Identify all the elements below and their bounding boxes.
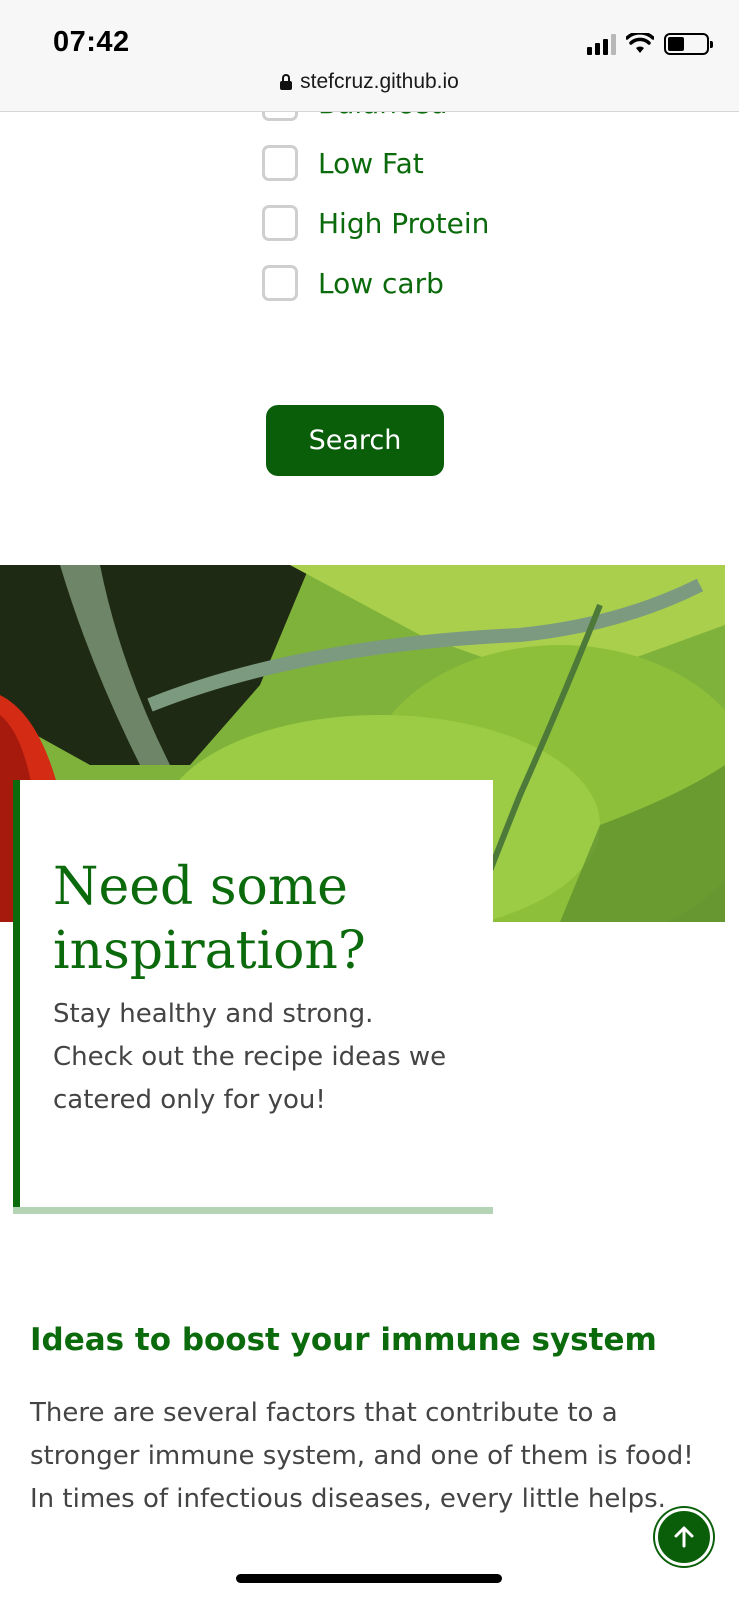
url-bar[interactable]: stefcruz.github.io: [0, 70, 739, 94]
filter-label: High Protein: [318, 206, 490, 240]
url-text: stefcruz.github.io: [300, 70, 459, 93]
ideas-section-text: There are several factors that contribut…: [30, 1398, 694, 1514]
battery-icon: [664, 33, 713, 55]
card-accent-bar: [13, 1207, 493, 1214]
cellular-signal-icon: [587, 33, 616, 55]
browser-top-bar: 07:42 stefcruz.github.io: [0, 0, 739, 112]
arrow-up-icon: [674, 1526, 694, 1548]
filter-label: Low carb: [318, 266, 444, 300]
filter-option-low-fat[interactable]: Low Fat: [262, 145, 562, 181]
wifi-icon: [626, 33, 654, 53]
checkbox[interactable]: [262, 145, 298, 181]
scroll-to-top-button[interactable]: [655, 1508, 713, 1566]
filter-option-low-carb[interactable]: Low carb: [262, 265, 562, 301]
search-button[interactable]: Search: [266, 405, 444, 476]
inspiration-text: Stay healthy and strong. Check out the r…: [53, 999, 447, 1115]
checkbox[interactable]: [262, 265, 298, 301]
status-icons: [587, 32, 713, 56]
inspiration-card: Need some inspiration? Stay healthy and …: [13, 780, 493, 1213]
inspiration-title: Need some inspiration?: [53, 857, 366, 981]
lock-icon: [280, 74, 293, 90]
ideas-section-title: Ideas to boost your immune system: [30, 1322, 657, 1358]
filter-option-high-protein[interactable]: High Protein: [262, 205, 562, 241]
status-time: 07:42: [53, 26, 130, 58]
filter-label: Low Fat: [318, 146, 424, 180]
home-indicator: [236, 1574, 502, 1583]
checkbox[interactable]: [262, 205, 298, 241]
